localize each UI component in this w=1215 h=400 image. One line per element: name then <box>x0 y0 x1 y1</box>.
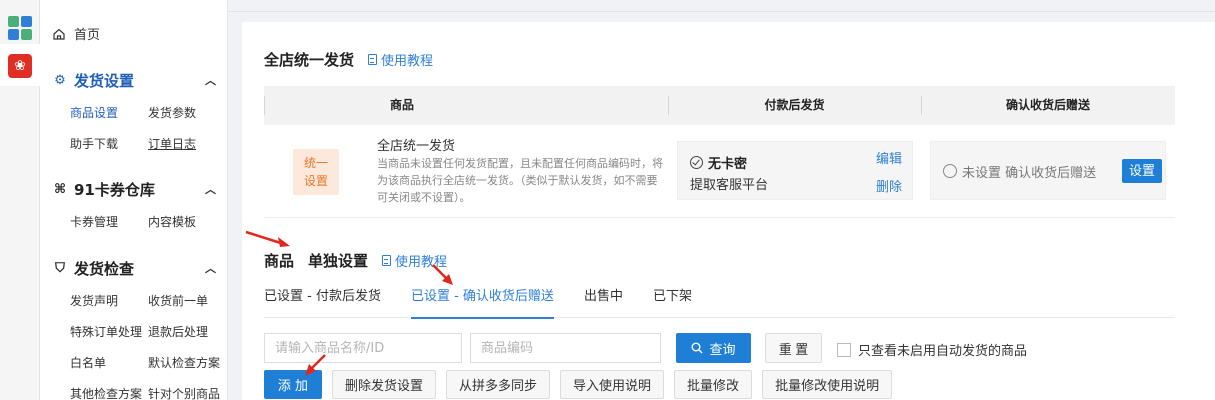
product-tabs: 已设置 - 付款后发货 已设置 - 确认收货后赠送 出售中 已下架 <box>264 286 1175 319</box>
document-icon <box>368 54 378 65</box>
sidebar-item-whitelist[interactable]: 白名单 <box>70 348 148 379</box>
home-icon <box>52 27 66 41</box>
single-title-product: 商品 <box>264 252 295 270</box>
section-title: 发货检查 <box>74 259 135 278</box>
checkbox-label: 只查看未启用自动发货的商品 <box>858 344 1028 359</box>
store-table-header: 商品 付款后发货 确认收货后赠送 <box>264 86 1175 125</box>
sidebar-item-order-log[interactable]: 订单日志 <box>148 129 228 160</box>
only-disabled-checkbox[interactable]: 只查看未启用自动发货的商品 <box>837 340 1027 359</box>
delivery-mode: 无卡密 <box>708 157 748 172</box>
single-title-settings: 单独设置 <box>308 252 369 270</box>
pdd-app-icon[interactable]: ❀ <box>8 54 32 78</box>
product-description: 当商品未设置任何发货配置，且未配置任何商品编码时，将为该商品执行全店统一发货。（… <box>377 157 663 204</box>
red-arrow-annotation <box>432 264 453 285</box>
col-product: 商品 <box>390 98 415 112</box>
grid-app-icon[interactable] <box>8 16 32 40</box>
radio-button[interactable] <box>943 164 957 178</box>
sidebar-item-delivery-params[interactable]: 发货参数 <box>148 98 228 129</box>
grid-icon: ⌘ <box>53 181 67 197</box>
store-section-header: 全店统一发货 使用教程 <box>264 49 433 70</box>
chevron-up-icon[interactable]: ︿ <box>205 72 216 88</box>
sidebar-item-coupon-manage[interactable]: 卡券管理 <box>70 207 148 238</box>
sidebar-section-delivery-check[interactable]: ⛉ 发货检查 ︿ 发货声明 收货前一单 特殊订单处理 退款后处理 白名单 默认检… <box>52 256 220 400</box>
chevron-up-icon[interactable]: ︿ <box>205 181 216 197</box>
top-bar <box>229 0 1215 12</box>
sidebar: 首页 ⚙ 发货设置 ︿ 商品设置 发货参数 助手下载 订单日志 ⌘ 91卡券仓库… <box>40 0 228 400</box>
search-label: 查询 <box>709 341 736 357</box>
sidebar-item-default-check[interactable]: 默认检查方案 <box>148 348 228 379</box>
store-tutorial-link[interactable]: 使用教程 <box>368 50 433 69</box>
red-arrow-annotation <box>245 230 290 247</box>
confirm-gift-cell: 未设置 确认收货后赠送 设置 <box>930 141 1166 200</box>
section-title: 91卡券仓库 <box>74 180 155 199</box>
col-pay-delivery: 付款后发货 <box>764 98 825 112</box>
sidebar-item-home[interactable]: 首页 <box>52 24 100 43</box>
delivery-mode-sub: 提取客服平台 <box>690 178 769 193</box>
single-section-header: 商品 单独设置 使用教程 <box>264 250 447 271</box>
sidebar-item-product-settings[interactable]: 商品设置 <box>70 98 148 129</box>
store-section-title: 全店统一发货 <box>264 51 355 69</box>
main-panel: 全店统一发货 使用教程 商品 付款后发货 确认收货后赠送 统一 设置 全店统一发货… <box>242 22 1215 400</box>
import-guide-button[interactable]: 导入使用说明 <box>560 370 665 399</box>
product-search-input[interactable] <box>264 333 462 363</box>
reset-button[interactable]: 重 置 <box>765 333 822 363</box>
sidebar-item-other-check[interactable]: 其他检查方案 <box>70 379 148 400</box>
sidebar-section-coupon-warehouse[interactable]: ⌘ 91卡券仓库 ︿ 卡券管理 内容模板 <box>52 177 216 238</box>
check-circle-icon <box>690 156 703 169</box>
sidebar-item-special-order[interactable]: 特殊订单处理 <box>70 317 148 348</box>
sidebar-section-delivery[interactable]: ⚙ 发货设置 ︿ 商品设置 发货参数 助手下载 订单日志 <box>52 68 216 160</box>
delete-link[interactable]: 删除 <box>876 176 902 195</box>
gift-status: 未设置 确认收货后赠送 <box>962 166 1097 181</box>
unified-badge: 统一 设置 <box>293 149 339 195</box>
edit-link[interactable]: 编辑 <box>876 148 902 167</box>
table-row: 统一 设置 全店统一发货 当商品未设置任何发货配置，且未配置任何商品编码时，将为该… <box>264 125 1175 218</box>
col-confirm-gift: 确认收货后赠送 <box>1005 98 1090 112</box>
badge-text: 统一 设置 <box>303 156 328 188</box>
search-button[interactable]: 查询 <box>676 333 751 363</box>
sidebar-home-label: 首页 <box>74 28 101 43</box>
batch-edit-button[interactable]: 批量修改 <box>674 370 753 399</box>
sidebar-item-delivery-statement[interactable]: 发货声明 <box>70 286 148 317</box>
sidebar-item-specific-product[interactable]: 针对个别商品 <box>148 379 228 400</box>
chevron-up-icon[interactable]: ︿ <box>205 260 216 276</box>
search-icon <box>691 342 703 354</box>
tutorial-label: 使用教程 <box>381 54 434 69</box>
product-name: 全店统一发货 <box>377 139 456 154</box>
sidebar-item-after-refund[interactable]: 退款后处理 <box>148 317 228 348</box>
app-rail: ❀ <box>0 0 40 400</box>
tab-confirm-gift[interactable]: 已设置 - 确认收货后赠送 <box>410 286 554 319</box>
shield-icon: ⛉ <box>55 260 65 276</box>
product-code-input[interactable] <box>470 333 661 363</box>
checkbox[interactable] <box>837 342 851 357</box>
delete-settings-button[interactable]: 删除发货设置 <box>332 370 437 399</box>
tab-pay-delivery[interactable]: 已设置 - 付款后发货 <box>264 286 381 318</box>
tab-on-sale[interactable]: 出售中 <box>584 286 623 318</box>
red-arrow-annotation <box>305 354 326 376</box>
set-button[interactable]: 设置 <box>1122 159 1162 183</box>
tab-off-shelf[interactable]: 已下架 <box>653 286 692 318</box>
section-title: 发货设置 <box>74 71 135 90</box>
sidebar-item-before-receipt[interactable]: 收货前一单 <box>148 286 228 317</box>
sidebar-item-helper-download[interactable]: 助手下载 <box>70 129 148 160</box>
sync-pdd-button[interactable]: 从拼多多同步 <box>446 370 551 399</box>
settings-gear-icon: ⚙ <box>54 72 66 88</box>
batch-edit-guide-button[interactable]: 批量修改使用说明 <box>762 370 893 399</box>
action-toolbar: 添 加 删除发货设置 从拼多多同步 导入使用说明 批量修改 批量修改使用说明 <box>264 370 893 399</box>
document-icon <box>382 255 392 266</box>
pay-delivery-cell: 无卡密 提取客服平台 编辑 删除 <box>677 141 913 200</box>
sidebar-item-content-template[interactable]: 内容模板 <box>148 207 228 238</box>
